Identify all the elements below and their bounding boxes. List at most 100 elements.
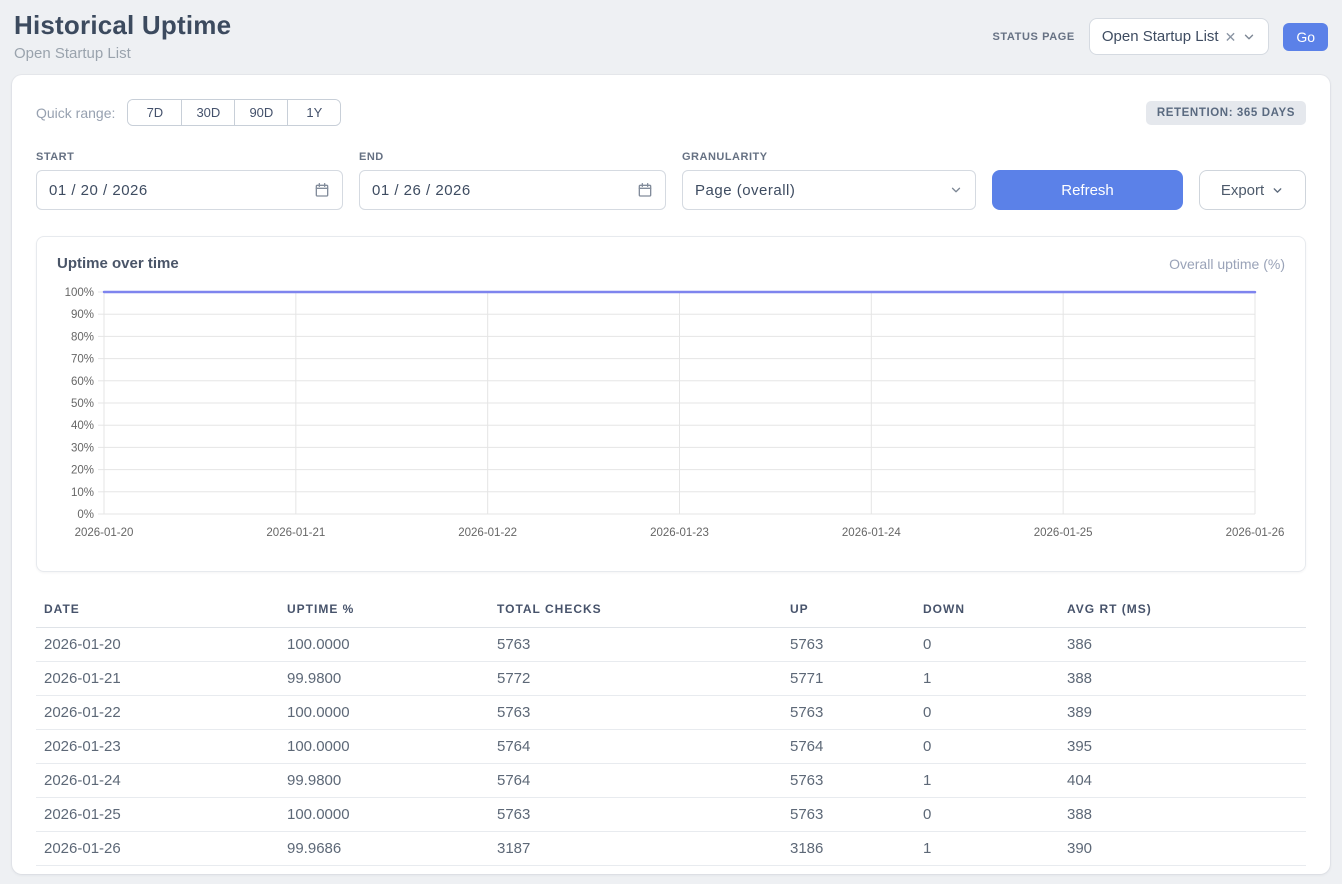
table-cell: 3187 [489,832,782,866]
y-tick-label: 100% [65,287,94,299]
table-cell: 2026-01-25 [36,798,279,832]
y-tick-label: 30% [71,442,94,454]
y-tick-label: 60% [71,376,94,388]
chart-title: Uptime over time [57,255,179,272]
table-cell: 5763 [782,628,915,662]
table-row: 2026-01-25100.0000576357630388 [36,798,1306,832]
x-tick-label: 2026-01-22 [458,527,517,539]
table-cell: 2026-01-24 [36,764,279,798]
y-tick-label: 90% [71,309,94,321]
table-row: 2026-01-2699.9686318731861390 [36,832,1306,866]
y-tick-label: 0% [77,509,94,521]
end-date-value: 01 / 26 / 2026 [372,182,471,199]
table-cell: 5764 [489,730,782,764]
uptime-chart-card: Uptime over time Overall uptime (%) 0% 10… [36,236,1306,572]
y-tick-label: 10% [71,487,94,499]
table-row: 2026-01-20100.0000576357630386 [36,628,1306,662]
table-cell: 100.0000 [279,696,489,730]
table-cell: 1 [915,832,1059,866]
granularity-field: GRANULARITY Page (overall) [682,151,976,210]
calendar-icon[interactable] [637,182,653,198]
end-date-label: END [359,151,666,163]
granularity-label: GRANULARITY [682,151,976,163]
table-cell: 5763 [782,764,915,798]
x-tick-label: 2026-01-25 [1034,527,1093,539]
quick-range-7d-button[interactable]: 7D [128,100,181,125]
table-cell: 389 [1059,696,1306,730]
granularity-select[interactable]: Page (overall) [682,170,976,210]
table-row: 2026-01-22100.0000576357630389 [36,696,1306,730]
end-date-input[interactable]: 01 / 26 / 2026 [359,170,666,210]
status-page-selected-value: Open Startup List [1102,28,1219,45]
granularity-selected-value: Page (overall) [695,182,795,199]
y-tick-label: 50% [71,398,94,410]
column-header-up: UP [782,602,915,628]
quick-range-label: Quick range: [36,105,115,121]
start-date-label: START [36,151,343,163]
table-cell: 1 [915,764,1059,798]
clear-selection-icon[interactable]: ✕ [1225,30,1237,44]
chevron-down-icon [1242,30,1256,44]
page-title: Historical Uptime [14,10,231,41]
table-row: 2026-01-2499.9800576457631404 [36,764,1306,798]
column-header-uptime: UPTIME % [279,602,489,628]
table-cell: 5764 [489,764,782,798]
y-tick-label: 80% [71,331,94,343]
uptime-line-chart: 0%10%20%30%40%50%60%70%80%90%100%2026-01… [57,284,1291,546]
refresh-button[interactable]: Refresh [992,170,1183,210]
header-right: STATUS PAGE Open Startup List ✕ Go [992,18,1328,55]
quick-range-30d-button[interactable]: 30D [181,100,234,125]
chart-header: Uptime over time Overall uptime (%) [57,255,1285,272]
table-cell: 5772 [489,662,782,696]
quick-range-90d-button[interactable]: 90D [234,100,287,125]
table-cell: 5763 [782,696,915,730]
x-tick-label: 2026-01-26 [1226,527,1285,539]
start-date-input[interactable]: 01 / 20 / 2026 [36,170,343,210]
filters-row: START 01 / 20 / 2026 END 01 / 26 / 2026 … [36,151,1306,210]
export-button-label: Export [1221,182,1264,199]
quick-range-row: Quick range: 7D 30D 90D 1Y RETENTION: 36… [36,99,1306,126]
table-cell: 5763 [489,628,782,662]
table-cell: 2026-01-21 [36,662,279,696]
table-body: 2026-01-20100.00005763576303862026-01-21… [36,628,1306,866]
page-subtitle: Open Startup List [14,45,231,62]
table-cell: 390 [1059,832,1306,866]
table-header: DATE UPTIME % TOTAL CHECKS UP DOWN AVG R… [36,602,1306,628]
x-tick-label: 2026-01-23 [650,527,709,539]
table-cell: 388 [1059,798,1306,832]
quick-range-1y-button[interactable]: 1Y [287,100,340,125]
y-tick-label: 40% [71,420,94,432]
table-cell: 2026-01-26 [36,832,279,866]
start-date-value: 01 / 20 / 2026 [49,182,148,199]
x-tick-label: 2026-01-24 [842,527,901,539]
calendar-icon[interactable] [314,182,330,198]
y-tick-label: 70% [71,354,94,366]
table-cell: 0 [915,730,1059,764]
status-page-label: STATUS PAGE [992,31,1074,43]
table-row: 2026-01-23100.0000576457640395 [36,730,1306,764]
chart-legend: Overall uptime (%) [1169,256,1285,272]
table-cell: 3186 [782,832,915,866]
status-page-select[interactable]: Open Startup List ✕ [1089,18,1269,55]
column-header-date: DATE [36,602,279,628]
chevron-down-icon [1271,184,1284,197]
retention-badge: RETENTION: 365 DAYS [1146,101,1306,125]
table-header-row: DATE UPTIME % TOTAL CHECKS UP DOWN AVG R… [36,602,1306,628]
table-cell: 100.0000 [279,628,489,662]
column-header-down: DOWN [915,602,1059,628]
go-button[interactable]: Go [1283,23,1328,51]
table-cell: 99.9800 [279,764,489,798]
table-cell: 2026-01-22 [36,696,279,730]
table-cell: 5764 [782,730,915,764]
uptime-table: DATE UPTIME % TOTAL CHECKS UP DOWN AVG R… [36,602,1306,866]
table-cell: 1 [915,662,1059,696]
page-header: Historical Uptime Open Startup List STAT… [0,0,1342,62]
column-header-total-checks: TOTAL CHECKS [489,602,782,628]
table-cell: 395 [1059,730,1306,764]
table-cell: 5763 [489,696,782,730]
table-cell: 5763 [489,798,782,832]
table-cell: 100.0000 [279,730,489,764]
quick-range-buttons: 7D 30D 90D 1Y [127,99,341,126]
export-button[interactable]: Export [1199,170,1306,210]
x-tick-label: 2026-01-20 [75,527,134,539]
